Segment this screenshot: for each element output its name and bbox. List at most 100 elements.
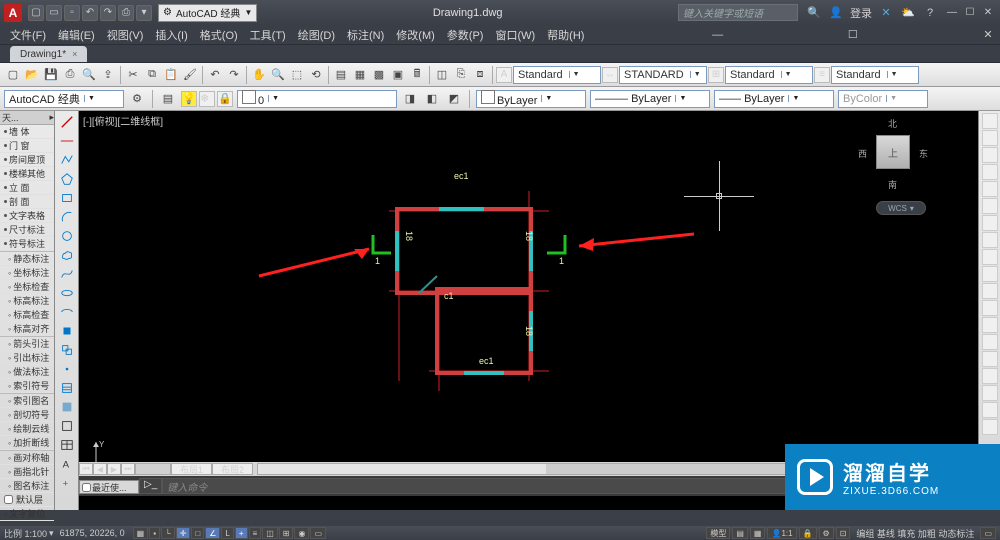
makeblock-icon[interactable]	[58, 341, 76, 359]
palette-footer-default[interactable]: 默认层	[0, 493, 54, 507]
mlstyle-dropdown[interactable]: Standard▼	[831, 66, 919, 84]
chamfer-icon[interactable]	[982, 334, 998, 350]
pline-icon[interactable]	[58, 151, 76, 169]
qat-open-icon[interactable]: ▭	[46, 5, 62, 21]
palette-item[interactable]: ◦ 画指北针	[0, 465, 54, 479]
mlstyle-icon[interactable]: ≡	[814, 67, 830, 83]
mode-ortho[interactable]: └	[161, 527, 175, 539]
viewcube-face[interactable]: 上	[876, 135, 910, 169]
annoscale-ctl-icon[interactable]: 🔒	[799, 527, 817, 539]
palette-item[interactable]: 文字表格	[0, 209, 54, 223]
ws-switch-icon[interactable]: ⚙	[819, 527, 834, 539]
layer-mgr-icon[interactable]: ▤	[159, 90, 177, 108]
menu-help[interactable]: 帮助(H)	[541, 27, 590, 43]
spline-icon[interactable]	[58, 265, 76, 283]
rect-icon[interactable]	[58, 189, 76, 207]
viewcube-s[interactable]: 南	[888, 178, 897, 191]
menu-view[interactable]: 视图(V)	[101, 27, 150, 43]
new-icon[interactable]: ▢	[4, 66, 22, 84]
pan-icon[interactable]: ✋	[250, 66, 268, 84]
help-icon[interactable]: ?	[922, 5, 938, 21]
zoomprev-icon[interactable]: ⟲	[307, 66, 325, 84]
palette-item[interactable]: ◦ 做法标注	[0, 365, 54, 379]
search-icon[interactable]: 🔍	[806, 5, 822, 21]
palette-item[interactable]: 楼梯其他	[0, 167, 54, 181]
menu-draw[interactable]: 绘图(D)	[292, 27, 341, 43]
mod19-icon[interactable]	[982, 419, 998, 435]
offset-icon[interactable]	[982, 164, 998, 180]
mod18-icon[interactable]	[982, 402, 998, 418]
point-icon[interactable]	[58, 360, 76, 378]
menu-modify[interactable]: 修改(M)	[390, 27, 441, 43]
array-icon[interactable]	[982, 181, 998, 197]
menubar-close-icon[interactable]: ✕	[980, 28, 996, 42]
palette-item[interactable]: ◦ 标高检查	[0, 308, 54, 322]
polygon-icon[interactable]	[58, 170, 76, 188]
preview-icon[interactable]: 🔍	[80, 66, 98, 84]
tab-last-icon[interactable]: ⏭	[121, 463, 135, 475]
clean-screen-icon[interactable]: ▭	[980, 527, 996, 539]
help-search-input[interactable]: 键入关键字或短语	[678, 4, 798, 21]
model-space-toggle[interactable]: 模型	[706, 527, 730, 539]
mirror-icon[interactable]	[982, 147, 998, 163]
redo-icon[interactable]: ↷	[225, 66, 243, 84]
qat-redo-icon[interactable]: ↷	[100, 5, 116, 21]
paste-icon[interactable]: 📋	[162, 66, 180, 84]
layerprev-icon[interactable]: ◩	[445, 90, 463, 108]
layer-on-icon[interactable]: 💡	[181, 91, 197, 107]
addsel-icon[interactable]: +	[58, 474, 76, 492]
palette-item[interactable]: ◦ 加折断线	[0, 436, 54, 450]
qat-save-icon[interactable]: ▫	[64, 5, 80, 21]
scale-label[interactable]: 比例 1:100	[4, 527, 47, 540]
scale-icon[interactable]	[982, 232, 998, 248]
ssm-icon[interactable]: ▣	[389, 66, 407, 84]
palette-item[interactable]: ◦ 索引图名	[0, 394, 54, 408]
palette-item[interactable]: ◦ 索引符号	[0, 379, 54, 393]
dimstyle-dropdown[interactable]: STANDARD▼	[619, 66, 707, 84]
palette-item[interactable]: 墙 体	[0, 125, 54, 139]
print-icon[interactable]: ⎙	[61, 66, 79, 84]
layer-combo[interactable]: 0▼	[237, 90, 397, 108]
close-button[interactable]: ✕	[980, 6, 996, 20]
save-icon[interactable]: 💾	[42, 66, 60, 84]
copy2-icon[interactable]	[982, 130, 998, 146]
mode-otrack[interactable]: ∠	[205, 527, 220, 539]
layermatch-icon[interactable]: ◧	[423, 90, 441, 108]
mode-am[interactable]: ▭	[310, 527, 326, 539]
menu-format[interactable]: 格式(O)	[194, 27, 244, 43]
viewcube-w[interactable]: 西	[858, 147, 867, 160]
tab-model[interactable]: 模型	[135, 463, 171, 475]
tablestyle-icon[interactable]: ⊞	[708, 67, 724, 83]
menu-insert[interactable]: 插入(I)	[149, 27, 193, 43]
mtext-icon[interactable]: A	[58, 455, 76, 473]
textstyle-dropdown[interactable]: Standard▼	[513, 66, 601, 84]
qat-print-icon[interactable]: ⎙	[118, 5, 134, 21]
stretch-icon[interactable]	[982, 249, 998, 265]
mode-ducs[interactable]: L	[221, 527, 233, 539]
ws-save-icon[interactable]: ⚙	[128, 90, 146, 108]
rotate-icon[interactable]	[982, 215, 998, 231]
matchprop-icon[interactable]: 🖌	[181, 66, 199, 84]
workspace-dropdown[interactable]: ⚙ AutoCAD 经典 ▼	[158, 4, 257, 22]
join-icon[interactable]	[982, 317, 998, 333]
file-tab-close-icon[interactable]: ×	[72, 49, 77, 59]
open-icon[interactable]: 📂	[23, 66, 41, 84]
palette-header[interactable]: 天...▸	[0, 111, 54, 125]
mode-grid[interactable]: ▦	[133, 527, 149, 539]
cloud-icon[interactable]: ⛅	[900, 5, 916, 21]
zoom-icon[interactable]: 🔍	[269, 66, 287, 84]
viewcube-e[interactable]: 东	[919, 147, 928, 160]
dimstyle-icon[interactable]: ↔	[602, 67, 618, 83]
palette-item[interactable]: 尺寸标注	[0, 223, 54, 237]
props-icon[interactable]: ▤	[332, 66, 350, 84]
zoomwin-icon[interactable]: ⬚	[288, 66, 306, 84]
palette-item[interactable]: 门 窗	[0, 139, 54, 153]
recent-commands[interactable]: 最近使...	[79, 480, 139, 494]
exchange-icon[interactable]: ✕	[878, 5, 894, 21]
layeriso-icon[interactable]: ◨	[401, 90, 419, 108]
tab-first-icon[interactable]: ⏮	[79, 463, 93, 475]
palette-item[interactable]: ◦ 剖切符号	[0, 408, 54, 422]
qat-more-icon[interactable]: ▾	[136, 5, 152, 21]
maximize-button[interactable]: ☐	[962, 6, 978, 20]
viewport-label[interactable]: [-][俯视][二维线框]	[83, 113, 163, 128]
